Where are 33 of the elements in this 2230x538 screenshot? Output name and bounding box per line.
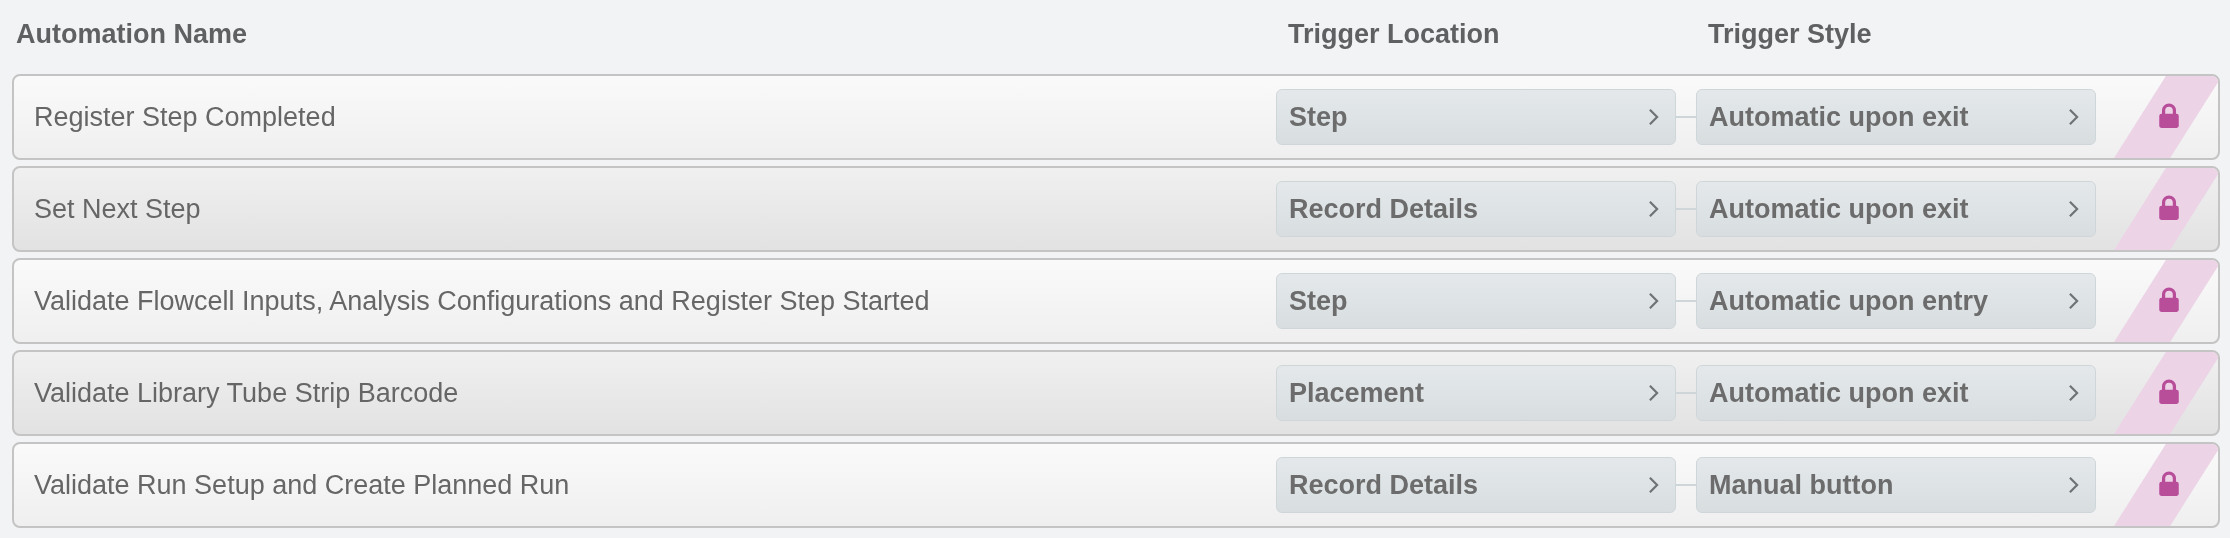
chevron-icon xyxy=(1648,200,1659,218)
automation-name: Validate Run Setup and Create Planned Run xyxy=(33,469,571,501)
trigger-location-dropdown[interactable]: Record Details xyxy=(1276,181,1676,237)
trigger-style-dropdown[interactable]: Automatic upon exit xyxy=(1696,89,2096,145)
column-header: Trigger Location xyxy=(1287,18,1501,50)
chevron-icon xyxy=(2068,108,2079,126)
chevron-icon xyxy=(1648,384,1659,402)
trigger-location-dropdown[interactable]: Record Details xyxy=(1276,457,1676,513)
column-header: Automation Name xyxy=(15,18,249,50)
chevron-icon xyxy=(1648,108,1659,126)
chevron-icon xyxy=(2068,200,2079,218)
chevron-icon xyxy=(2068,384,2079,402)
lock-icon xyxy=(2158,195,2180,221)
chevron-icon xyxy=(2068,292,2079,310)
automation-name: Validate Flowcell Inputs, Analysis Configurations and Register Step Started xyxy=(33,285,931,317)
trigger-style-dropdown[interactable]: Automatic upon entry xyxy=(1696,273,2096,329)
trigger-style-dropdown[interactable]: Automatic upon exit xyxy=(1696,181,2096,237)
trigger-style-dropdown[interactable]: Automatic upon exit xyxy=(1696,365,2096,421)
automation-name: Register Step Completed xyxy=(33,101,337,133)
chevron-icon xyxy=(1648,292,1659,310)
lock-icon xyxy=(2158,471,2180,497)
lock-icon xyxy=(2158,287,2180,313)
automation-name: Validate Library Tube Strip Barcode xyxy=(33,377,460,409)
lock-icon xyxy=(2158,103,2180,129)
trigger-style-dropdown[interactable]: Manual button xyxy=(1696,457,2096,513)
trigger-location-dropdown[interactable]: Placement xyxy=(1276,365,1676,421)
trigger-location-dropdown[interactable]: Step xyxy=(1276,89,1676,145)
trigger-location-dropdown[interactable]: Step xyxy=(1276,273,1676,329)
lock-icon xyxy=(2158,379,2180,405)
automation-name: Set Next Step xyxy=(33,193,202,225)
chevron-icon xyxy=(2068,476,2079,494)
column-header: Trigger Style xyxy=(1707,18,1872,50)
chevron-icon xyxy=(1648,476,1659,494)
